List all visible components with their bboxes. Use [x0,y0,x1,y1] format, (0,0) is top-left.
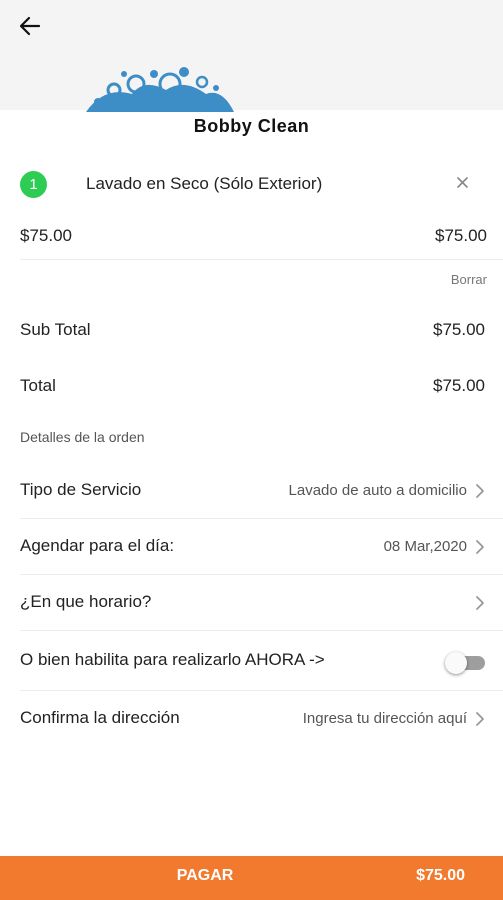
close-icon [456,176,468,188]
item-line-total: $75.00 [435,226,487,245]
divider [20,259,503,260]
subtotal-row: Sub Total $75.00 [0,320,503,350]
address-value: Ingresa tu dirección aquí [302,710,467,727]
item-unit-price: $75.00 [20,226,72,245]
address-label: Confirma la dirección [20,708,180,727]
chevron-right-icon [476,712,484,726]
chevron-right-icon [476,540,484,554]
delete-button[interactable]: Borrar [451,272,487,287]
service-type-value: Lavado de auto a domicilio [288,482,467,499]
header-area [0,0,503,112]
item-name: Lavado en Seco (Sólo Exterior) [86,174,323,193]
cart-item: 1 Lavado en Seco (Sólo Exterior) [0,166,503,206]
back-arrow-icon [19,16,41,36]
service-type-label: Tipo de Servicio [20,480,142,499]
pay-button[interactable]: PAGAR $75.00 [0,856,503,900]
toggle-knob [445,652,467,674]
schedule-day-row[interactable]: Agendar para el día: 08 Mar,2020 [0,518,503,574]
chevron-right-icon [476,484,484,498]
quantity-badge: 1 [20,171,47,198]
total-row: Total $75.00 [0,376,503,406]
now-toggle[interactable] [445,652,485,674]
chevron-right-icon [476,596,484,610]
pay-label: PAGAR [176,867,234,884]
store-name: Bobby Clean [193,116,310,136]
divider [20,630,503,631]
logo-bubbles [86,67,234,112]
schedule-day-label: Agendar para el día: [20,536,175,555]
total-label: Total [20,376,56,395]
order-details-title: Detalles de la orden [20,429,145,445]
remove-item-button[interactable] [452,172,472,192]
subtotal-value: $75.00 [433,320,485,339]
now-row: O bien habilita para realizarlo AHORA -> [0,632,503,688]
schedule-time-label: ¿En que horario? [20,592,152,611]
back-button[interactable] [14,10,46,42]
service-type-row[interactable]: Tipo de Servicio Lavado de auto a domici… [0,462,503,518]
pay-amount: $75.00 [416,867,465,884]
item-price-row: $75.00 $75.00 [0,222,503,258]
total-value: $75.00 [433,376,485,395]
schedule-time-row[interactable]: ¿En que horario? [0,574,503,630]
subtotal-label: Sub Total [20,320,91,339]
schedule-day-value: 08 Mar,2020 [383,538,467,555]
now-label: O bien habilita para realizarlo AHORA -> [20,650,325,669]
address-row[interactable]: Confirma la dirección Ingresa tu direcci… [0,690,503,746]
